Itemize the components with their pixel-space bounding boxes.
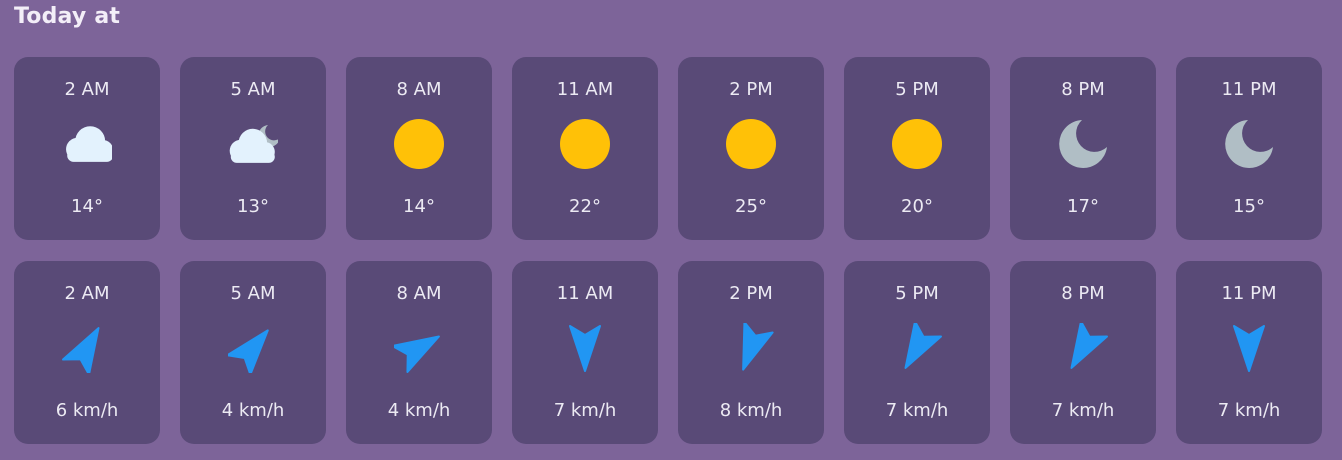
forecast-card: 11 PM 15° [1176, 57, 1322, 240]
wind-time: 5 PM [895, 283, 939, 304]
forecast-temp: 13° [237, 196, 269, 217]
wind-direction-icon [1224, 323, 1274, 373]
forecast-temp: 14° [403, 196, 435, 217]
wind-card: 8 PM 7 km/h [1010, 261, 1156, 444]
wind-direction-icon [1058, 323, 1108, 373]
wind-direction-icon [726, 323, 776, 373]
sun-icon [394, 119, 444, 169]
wind-card: 2 AM 6 km/h [14, 261, 160, 444]
sun-icon [892, 119, 942, 169]
section-title: Today at [14, 4, 121, 29]
forecast-temp: 20° [901, 196, 933, 217]
forecast-card: 2 PM 25° [678, 57, 824, 240]
wind-direction-icon [62, 323, 112, 373]
wind-time: 11 AM [556, 283, 614, 304]
wind-direction-icon [394, 323, 444, 373]
wind-card: 11 AM 7 km/h [512, 261, 658, 444]
hourly-forecast-row: 2 AM 14° 5 AM 13° 8 AM 14° 11 AM 22° 2 P… [14, 57, 1322, 240]
wind-time: 8 AM [396, 283, 442, 304]
forecast-card: 11 AM 22° [512, 57, 658, 240]
wind-direction-icon [892, 323, 942, 373]
forecast-time: 5 AM [230, 79, 276, 100]
forecast-time: 11 PM [1221, 79, 1277, 100]
wind-speed: 7 km/h [1217, 400, 1281, 421]
forecast-temp: 14° [71, 196, 103, 217]
forecast-card: 5 PM 20° [844, 57, 990, 240]
wind-speed: 7 km/h [885, 400, 949, 421]
wind-time: 2 AM [64, 283, 110, 304]
forecast-temp: 25° [735, 196, 767, 217]
forecast-card: 5 AM 13° [180, 57, 326, 240]
wind-speed: 4 km/h [221, 400, 285, 421]
wind-time: 5 AM [230, 283, 276, 304]
cloud-moon-icon [228, 119, 278, 169]
forecast-time: 8 PM [1061, 79, 1105, 100]
forecast-time: 5 PM [895, 79, 939, 100]
sun-icon [726, 119, 776, 169]
wind-speed: 6 km/h [55, 400, 119, 421]
sun-icon [560, 119, 610, 169]
wind-card: 5 PM 7 km/h [844, 261, 990, 444]
wind-card: 5 AM 4 km/h [180, 261, 326, 444]
forecast-temp: 22° [569, 196, 601, 217]
forecast-time: 8 AM [396, 79, 442, 100]
wind-direction-icon [560, 323, 610, 373]
forecast-card: 8 AM 14° [346, 57, 492, 240]
wind-time: 2 PM [729, 283, 773, 304]
wind-direction-icon [228, 323, 278, 373]
forecast-card: 2 AM 14° [14, 57, 160, 240]
wind-speed: 7 km/h [553, 400, 617, 421]
wind-time: 11 PM [1221, 283, 1277, 304]
moon-icon [1224, 119, 1274, 169]
forecast-time: 2 PM [729, 79, 773, 100]
forecast-temp: 15° [1233, 196, 1265, 217]
wind-card: 8 AM 4 km/h [346, 261, 492, 444]
forecast-temp: 17° [1067, 196, 1099, 217]
wind-time: 8 PM [1061, 283, 1105, 304]
forecast-card: 8 PM 17° [1010, 57, 1156, 240]
wind-card: 11 PM 7 km/h [1176, 261, 1322, 444]
hourly-wind-row: 2 AM 6 km/h 5 AM 4 km/h 8 AM 4 km/h 11 A… [14, 261, 1322, 444]
wind-speed: 7 km/h [1051, 400, 1115, 421]
cloud-icon [62, 119, 112, 169]
forecast-time: 2 AM [64, 79, 110, 100]
forecast-time: 11 AM [556, 79, 614, 100]
moon-icon [1058, 119, 1108, 169]
wind-speed: 8 km/h [719, 400, 783, 421]
wind-card: 2 PM 8 km/h [678, 261, 824, 444]
wind-speed: 4 km/h [387, 400, 451, 421]
